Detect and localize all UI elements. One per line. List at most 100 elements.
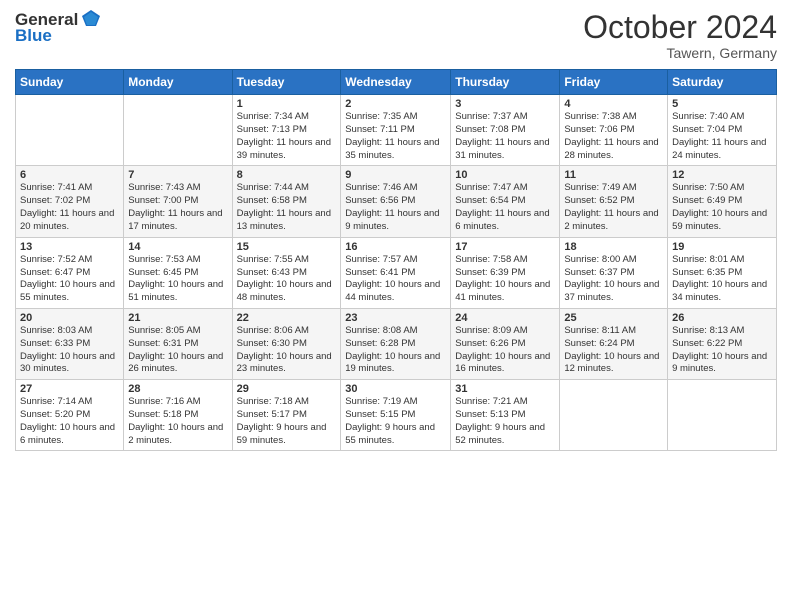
day-info: Sunrise: 7:49 AM Sunset: 6:52 PM Daylight:… (564, 182, 663, 233)
day-info: Sunrise: 8:09 AMSunset: 6:26 PMDaylight:… (455, 325, 555, 376)
sunset-text: Sunset: 6:56 PM (345, 195, 415, 206)
sunrise-text: Sunrise: 7:50 AM (672, 182, 744, 193)
sunset-text: Sunset: 6:52 PM (564, 195, 634, 206)
day-number: 9 (345, 169, 446, 181)
calendar-week-5: 27Sunrise: 7:14 AMSunset: 5:20 PMDayligh… (16, 380, 777, 451)
sunset-text: Sunset: 6:26 PM (455, 338, 525, 349)
daylight-text: Daylight: 11 hours and 9 minutes. (345, 208, 439, 232)
sunrise-text: Sunrise: 8:06 AM (237, 325, 309, 336)
day-info: Sunrise: 7:38 AMSunset: 7:06 PMDaylight:… (564, 111, 663, 162)
daylight-text: Daylight: 11 hours and 13 minutes. (237, 208, 331, 232)
day-number: 3 (455, 98, 555, 110)
day-info: Sunrise: 8:00 AMSunset: 6:37 PMDaylight:… (564, 254, 663, 305)
day-info: Sunrise: 8:03 AMSunset: 6:33 PMDaylight:… (20, 325, 119, 376)
day-number: 16 (345, 241, 446, 253)
calendar-cell (16, 95, 124, 166)
calendar-cell: 2Sunrise: 7:35 AM Sunset: 7:11 PM Daylight… (341, 95, 451, 166)
daylight-text: Daylight: 11 hours and 6 minutes. (455, 208, 549, 232)
day-info: Sunrise: 8:06 AMSunset: 6:30 PMDaylight:… (237, 325, 337, 376)
col-tuesday: Tuesday (232, 70, 341, 95)
sunset-text: Sunset: 7:13 PM (237, 124, 307, 135)
daylight-text: Daylight: 10 hours and 51 minutes. (128, 279, 223, 303)
sunrise-text: Sunrise: 8:01 AM (672, 254, 744, 265)
sunset-text: Sunset: 6:22 PM (672, 338, 742, 349)
sunset-text: Sunset: 7:04 PM (672, 124, 742, 135)
location: Tawern, Germany (583, 45, 777, 61)
sunrise-text: Sunrise: 7:19 AM (345, 396, 417, 407)
sunset-text: Sunset: 7:00 PM (128, 195, 198, 206)
daylight-text: Daylight: 11 hours and 2 minutes. (564, 208, 658, 232)
calendar-cell: 13Sunrise: 7:52 AMSunset: 6:47 PMDayligh… (16, 237, 124, 308)
day-info: Sunrise: 7:46 AM Sunset: 6:56 PM Daylight:… (345, 182, 446, 233)
page: General Blue October 2024 Tawern, German… (0, 0, 792, 612)
sunset-text: Sunset: 7:11 PM (345, 124, 415, 135)
day-info: Sunrise: 7:53 AMSunset: 6:45 PMDaylight:… (128, 254, 227, 305)
sunrise-text: Sunrise: 8:13 AM (672, 325, 744, 336)
daylight-text: Daylight: 11 hours and 31 minutes. (455, 137, 549, 161)
col-saturday: Saturday (668, 70, 777, 95)
day-number: 31 (455, 383, 555, 395)
day-info: Sunrise: 7:18 AMSunset: 5:17 PMDaylight:… (237, 396, 337, 447)
col-wednesday: Wednesday (341, 70, 451, 95)
sunrise-text: Sunrise: 8:09 AM (455, 325, 527, 336)
day-number: 11 (564, 169, 663, 181)
day-info: Sunrise: 7:57 AMSunset: 6:41 PMDaylight:… (345, 254, 446, 305)
calendar-cell: 25Sunrise: 8:11 AMSunset: 6:24 PMDayligh… (560, 308, 668, 379)
calendar-cell: 14Sunrise: 7:53 AMSunset: 6:45 PMDayligh… (124, 237, 232, 308)
calendar-cell: 5Sunrise: 7:40 AMSunset: 7:04 PMDaylight… (668, 95, 777, 166)
calendar-cell: 28Sunrise: 7:16 AMSunset: 5:18 PMDayligh… (124, 380, 232, 451)
day-info: Sunrise: 7:55 AMSunset: 6:43 PMDaylight:… (237, 254, 337, 305)
sunrise-text: Sunrise: 8:03 AM (20, 325, 92, 336)
col-thursday: Thursday (451, 70, 560, 95)
day-number: 22 (237, 312, 337, 324)
day-number: 12 (672, 169, 772, 181)
header: General Blue October 2024 Tawern, German… (15, 10, 777, 61)
sunrise-text: Sunrise: 7:16 AM (128, 396, 200, 407)
day-number: 19 (672, 241, 772, 253)
sunrise-text: Sunrise: 7:46 AM (345, 182, 417, 193)
calendar-cell: 8Sunrise: 7:44 AMSunset: 6:58 PMDaylight… (232, 166, 341, 237)
day-number: 20 (20, 312, 119, 324)
day-number: 14 (128, 241, 227, 253)
calendar-cell (124, 95, 232, 166)
sunset-text: Sunset: 6:47 PM (20, 267, 90, 278)
daylight-text: Daylight: 10 hours and 37 minutes. (564, 279, 659, 303)
day-info: Sunrise: 7:21 AMSunset: 5:13 PMDaylight:… (455, 396, 555, 447)
day-number: 1 (237, 98, 337, 110)
month-title: October 2024 (583, 10, 777, 45)
calendar-week-2: 6Sunrise: 7:41 AMSunset: 7:02 PMDaylight… (16, 166, 777, 237)
calendar-cell (560, 380, 668, 451)
sunrise-text: Sunrise: 7:58 AM (455, 254, 527, 265)
calendar-cell: 4Sunrise: 7:38 AMSunset: 7:06 PMDaylight… (560, 95, 668, 166)
calendar-cell: 19Sunrise: 8:01 AMSunset: 6:35 PMDayligh… (668, 237, 777, 308)
calendar-cell: 31Sunrise: 7:21 AMSunset: 5:13 PMDayligh… (451, 380, 560, 451)
sunset-text: Sunset: 7:02 PM (20, 195, 90, 206)
calendar-header-row: Sunday Monday Tuesday Wednesday Thursday… (16, 70, 777, 95)
sunrise-text: Sunrise: 7:37 AM (455, 111, 527, 122)
day-number: 21 (128, 312, 227, 324)
calendar-cell: 18Sunrise: 8:00 AMSunset: 6:37 PMDayligh… (560, 237, 668, 308)
day-number: 2 (345, 98, 446, 110)
daylight-text: Daylight: 10 hours and 34 minutes. (672, 279, 767, 303)
col-friday: Friday (560, 70, 668, 95)
daylight-text: Daylight: 11 hours and 28 minutes. (564, 137, 658, 161)
daylight-text: Daylight: 11 hours and 35 minutes. (345, 137, 439, 161)
logo-flag-icon (80, 8, 102, 30)
sunset-text: Sunset: 6:31 PM (128, 338, 198, 349)
calendar-cell: 23Sunrise: 8:08 AMSunset: 6:28 PMDayligh… (341, 308, 451, 379)
calendar-cell: 15Sunrise: 7:55 AMSunset: 6:43 PMDayligh… (232, 237, 341, 308)
day-number: 30 (345, 383, 446, 395)
daylight-text: Daylight: 10 hours and 2 minutes. (128, 422, 223, 446)
day-info: Sunrise: 8:01 AMSunset: 6:35 PMDaylight:… (672, 254, 772, 305)
sunrise-text: Sunrise: 8:05 AM (128, 325, 200, 336)
sunset-text: Sunset: 5:20 PM (20, 409, 90, 420)
daylight-text: Daylight: 10 hours and 12 minutes. (564, 351, 659, 375)
sunset-text: Sunset: 6:33 PM (20, 338, 90, 349)
daylight-text: Daylight: 10 hours and 41 minutes. (455, 279, 550, 303)
sunrise-text: Sunrise: 7:38 AM (564, 111, 636, 122)
day-number: 26 (672, 312, 772, 324)
sunrise-text: Sunrise: 7:40 AM (672, 111, 744, 122)
sunrise-text: Sunrise: 7:35 AM (345, 111, 417, 122)
sunrise-text: Sunrise: 7:49 AM (564, 182, 636, 193)
day-info: Sunrise: 7:19 AMSunset: 5:15 PMDaylight:… (345, 396, 446, 447)
